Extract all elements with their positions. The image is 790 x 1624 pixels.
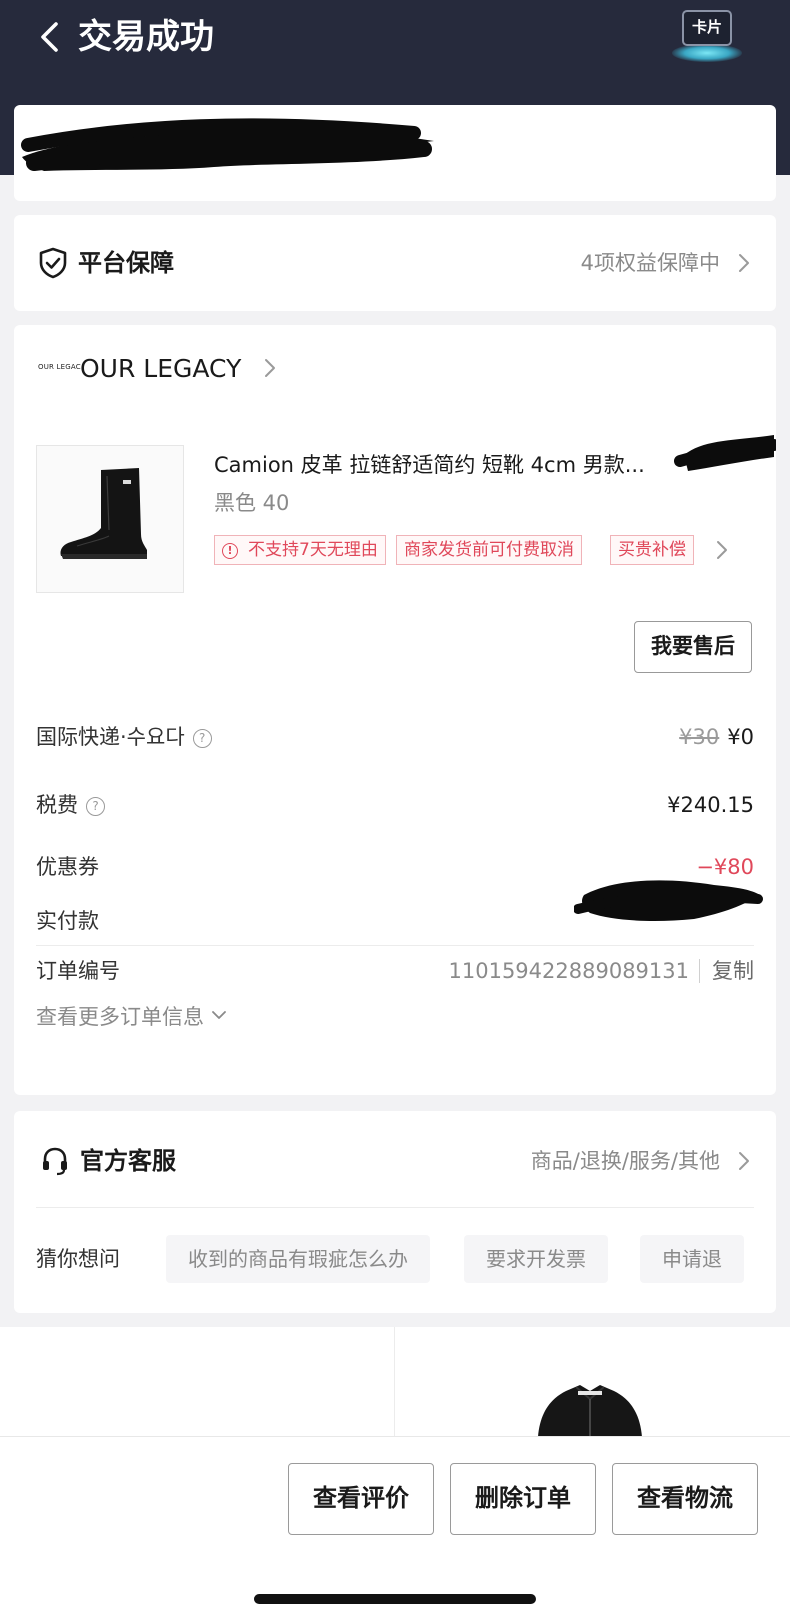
tax-label: 税费 <box>36 793 78 817</box>
divider <box>36 945 754 946</box>
chevron-down-icon <box>211 1011 226 1019</box>
coupon-label: 优惠券 <box>36 855 99 879</box>
warning-icon: ! <box>222 543 238 559</box>
platform-guarantee-row[interactable]: 平台保障 4项权益保障中 <box>14 215 776 311</box>
order-no-row: 1101594228890891​31 复制 <box>448 955 754 987</box>
bottom-action-bar: 查看评价 删除订单 查看物流 <box>0 1436 790 1624</box>
recommendation-area <box>0 1327 790 1437</box>
view-review-button[interactable]: 查看评价 <box>288 1463 434 1535</box>
address-panel[interactable] <box>14 105 776 201</box>
redaction-scribble <box>574 880 763 921</box>
chevron-right-icon[interactable] <box>712 539 732 561</box>
shipping-value-row: ¥30 ¥0 <box>679 721 754 753</box>
tag-label: 商家发货前可付费取消 <box>404 540 574 560</box>
tag-label: 买贵补偿 <box>618 540 686 560</box>
guarantee-status: 4项权益保障中 <box>580 251 720 275</box>
view-logistics-button[interactable]: 查看物流 <box>612 1463 758 1535</box>
card-button[interactable]: 卡片 <box>670 6 744 64</box>
redaction-scribble <box>674 435 776 471</box>
chevron-right-icon[interactable] <box>734 1150 754 1172</box>
headset-icon <box>43 1147 67 1176</box>
help-icon[interactable]: ? <box>86 797 105 816</box>
tax-value: ¥240.15 <box>667 793 754 817</box>
customer-service-categories[interactable]: 商品/退换/服务/其他 <box>531 1145 720 1177</box>
product-title[interactable]: Camion 皮革 拉链舒适简约 短靴 4cm 男款... <box>214 449 684 481</box>
tag-no-7day-return: ! 不支持7天无理由 <box>214 535 386 565</box>
question-chip[interactable]: 申请退 <box>640 1235 744 1283</box>
suggested-questions: 收到的商品有瑕疵怎么办 要求开发票 申请退 <box>166 1235 760 1283</box>
tax-label-row: 税费? <box>36 789 105 821</box>
paid-label: 实付款 <box>36 909 99 933</box>
copy-button[interactable]: 复制 <box>699 959 754 983</box>
customer-service-panel: 官方客服 商品/退换/服务/其他 猜你想问 收到的商品有瑕疵怎么办 要求开发票 … <box>14 1111 776 1313</box>
chevron-right-icon <box>739 254 749 272</box>
back-arrow-icon[interactable] <box>36 18 70 56</box>
guess-questions-label: 猜你想问 <box>36 1247 120 1271</box>
shipping-price: ¥0 <box>727 725 754 749</box>
order-panel: OUR LEGAC OUR LEGACY Camion 皮革 拉链舒适简约 短靴… <box>14 325 776 1095</box>
card-button-label: 卡片 <box>682 10 732 46</box>
shipping-original-price: ¥30 <box>679 725 720 749</box>
page-title: 交易成功 <box>78 17 214 57</box>
guarantee-label: 平台保障 <box>78 249 174 277</box>
question-chip[interactable]: 收到的商品有瑕疵怎么办 <box>166 1235 430 1283</box>
product-thumbnail[interactable] <box>36 445 184 593</box>
shipping-label-row: 国际快递·수요다? <box>36 721 212 753</box>
brand-logo: OUR LEGAC <box>38 363 81 371</box>
jacket-image[interactable] <box>520 1377 660 1437</box>
home-indicator[interactable] <box>254 1594 536 1604</box>
customer-service-label[interactable]: 官方客服 <box>80 1143 176 1179</box>
product-variant: 黑色 40 <box>214 491 290 515</box>
order-number: 1101594228890891​31 <box>448 959 690 983</box>
help-icon[interactable]: ? <box>192 729 212 748</box>
divider <box>394 1327 395 1437</box>
after-sales-button[interactable]: 我要售后 <box>634 621 752 673</box>
brand-name-link[interactable]: OUR LEGACY <box>80 351 241 387</box>
more-order-info-toggle[interactable]: 查看更多订单信息 <box>36 1001 227 1033</box>
boot-image <box>60 468 147 559</box>
redaction-scribble <box>21 118 434 171</box>
order-no-label: 订单编号 <box>36 959 120 983</box>
divider <box>36 1207 754 1208</box>
tag-price-compensation: 买贵补偿 <box>610 535 694 565</box>
more-order-info-label: 查看更多订单信息 <box>36 1005 204 1029</box>
shield-check-icon <box>39 247 67 279</box>
tag-paid-cancel: 商家发货前可付费取消 <box>396 535 582 565</box>
shipping-label: 国际快递·수요다 <box>36 725 185 749</box>
question-chip[interactable]: 要求开发票 <box>464 1235 608 1283</box>
card-glow-base <box>672 44 742 62</box>
delete-order-button[interactable]: 删除订单 <box>450 1463 596 1535</box>
chevron-right-icon <box>265 359 275 377</box>
tag-label: 不支持7天无理由 <box>248 540 378 560</box>
